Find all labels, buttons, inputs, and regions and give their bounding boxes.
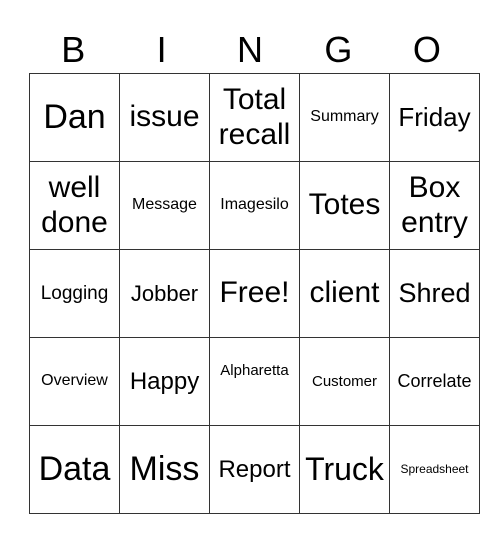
- bingo-row: Dan issue Total recall Summary Friday: [29, 73, 480, 162]
- bingo-cell[interactable]: Jobber: [119, 249, 210, 338]
- bingo-cell[interactable]: well done: [29, 161, 120, 250]
- bingo-cell[interactable]: Dan: [29, 73, 120, 162]
- bingo-row: Overview Happy Alpharetta Customer Correlate: [29, 337, 480, 426]
- bingo-cell[interactable]: Customer: [299, 337, 390, 426]
- bingo-header: BINGO: [29, 28, 471, 72]
- bingo-cell[interactable]: issue: [119, 73, 210, 162]
- bingo-cell[interactable]: Happy: [119, 337, 210, 426]
- header-letter: I: [156, 29, 167, 70]
- bingo-cell[interactable]: Free!: [209, 249, 300, 338]
- bingo-cell[interactable]: Friday: [389, 73, 480, 162]
- bingo-cell[interactable]: Miss: [119, 425, 210, 514]
- bingo-card: Dan issue Total recall Summary Friday well do…: [29, 73, 480, 514]
- bingo-cell[interactable]: Total recall: [209, 73, 300, 162]
- header-letter: O: [412, 29, 441, 70]
- bingo-cell[interactable]: Overview: [29, 337, 120, 426]
- bingo-cell[interactable]: Box entry: [389, 161, 480, 250]
- bingo-cell[interactable]: Logging: [29, 249, 120, 338]
- bingo-cell[interactable]: Imagesilo: [209, 161, 300, 250]
- bingo-cell[interactable]: Correlate: [389, 337, 480, 426]
- header-letter: G: [324, 29, 353, 70]
- bingo-cell[interactable]: Spreadsheet: [389, 425, 480, 514]
- bingo-cell[interactable]: Summary: [299, 73, 390, 162]
- bingo-cell[interactable]: client: [299, 249, 390, 338]
- header-letter: B: [61, 29, 86, 70]
- header-letter: N: [237, 29, 264, 70]
- bingo-row: well done Message Imagesilo Totes Box entry: [29, 161, 480, 250]
- bingo-cell[interactable]: Totes: [299, 161, 390, 250]
- bingo-cell[interactable]: Truck: [299, 425, 390, 514]
- bingo-cell[interactable]: Shred: [389, 249, 480, 338]
- bingo-cell[interactable]: Message: [119, 161, 210, 250]
- bingo-cell[interactable]: Data: [29, 425, 120, 514]
- bingo-row: Logging Jobber Free! client Shred: [29, 249, 480, 338]
- bingo-cell[interactable]: Alpharetta: [209, 337, 300, 426]
- bingo-cell[interactable]: Report: [209, 425, 300, 514]
- bingo-row: Data Miss Report Truck Spreadsheet: [29, 425, 480, 514]
